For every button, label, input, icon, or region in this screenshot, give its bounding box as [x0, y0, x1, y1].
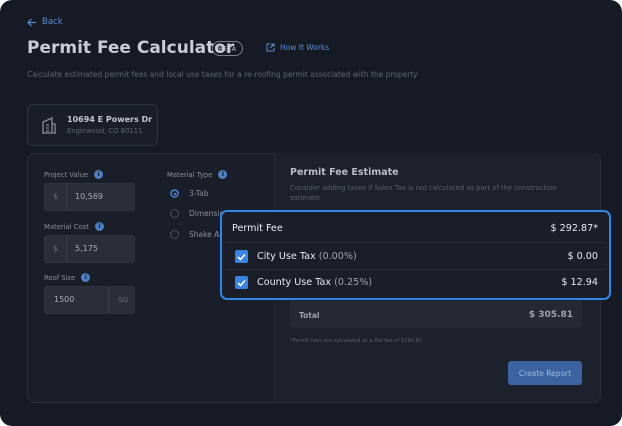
how-it-works-link[interactable]: How It Works [266, 43, 329, 52]
external-link-icon [266, 43, 275, 52]
city-tax-value: $ 0.00 [567, 251, 598, 262]
permit-fee-note: *Permit fees are calculated as a flat fe… [290, 338, 423, 344]
total-row: Total $ 305.81 [290, 301, 582, 328]
material-cost-input[interactable]: $ 5,175 [44, 235, 135, 263]
material-cost-label-text: Material Cost [44, 222, 89, 231]
roof-size-value: 1500 [54, 295, 75, 304]
radio-icon[interactable] [170, 230, 179, 239]
city-tax-label: City Use Tax (0.00%) [257, 251, 357, 262]
estimate-subtitle: Consider adding taxes if Sales Tax is no… [290, 184, 557, 202]
checkmark-icon [237, 253, 246, 261]
input-divider [66, 184, 67, 210]
material-cost-value: 5,175 [75, 244, 98, 253]
total-value: $ 305.81 [528, 310, 573, 320]
back-link[interactable]: Back [27, 17, 63, 27]
county-tax-name: County Use Tax [257, 277, 332, 288]
property-card: 10694 E Powers Dr Englewood, CO 80111 [27, 104, 158, 146]
input-divider [108, 287, 109, 313]
radio-icon[interactable] [170, 209, 179, 218]
county-tax-rate: (0.25%) [334, 277, 373, 288]
app-window: Back Permit Fee Calculator BETA How It W… [0, 0, 622, 426]
total-label: Total [299, 311, 320, 320]
county-tax-checkbox[interactable] [235, 276, 248, 289]
city-tax-name: City Use Tax [257, 251, 316, 262]
material-type-label-text: Material Type [167, 170, 213, 179]
roof-size-label-text: Roof Size [44, 273, 76, 282]
radio-label: 3-Tab [189, 189, 209, 198]
currency-prefix: $ [53, 244, 59, 253]
info-icon[interactable]: i [218, 170, 228, 179]
project-value-label-text: Project Value [44, 170, 89, 179]
info-icon[interactable]: i [94, 222, 104, 231]
county-tax-label: County Use Tax (0.25%) [257, 277, 372, 288]
material-cost-label: Material Cost i [44, 222, 104, 231]
page-subtitle: Calculate estimated permit fees and loca… [27, 70, 418, 79]
roof-size-unit: SQ [118, 296, 128, 304]
divider [225, 242, 605, 243]
project-value-value: 10,569 [75, 192, 103, 201]
permit-fee-value: $ 292.87* [550, 223, 598, 234]
material-type-label: Material Type i [167, 170, 228, 179]
project-value-label: Project Value i [44, 170, 104, 179]
back-label: Back [42, 17, 63, 27]
create-report-button[interactable]: Create Report [508, 361, 582, 385]
checkmark-icon [237, 279, 246, 287]
fee-breakdown-highlight: Permit Fee $ 292.87* City Use Tax (0.00%… [220, 210, 611, 300]
county-tax-value: $ 12.94 [561, 277, 598, 288]
radio-label: Shake As [189, 230, 224, 239]
estimate-title: Permit Fee Estimate [290, 167, 399, 178]
info-icon[interactable]: i [81, 273, 91, 282]
permit-fee-label: Permit Fee [232, 223, 283, 234]
input-divider [66, 236, 67, 262]
divider [225, 269, 605, 270]
project-value-input[interactable]: $ 10,569 [44, 183, 135, 211]
property-street: 10694 E Powers Dr [67, 115, 153, 124]
arrow-left-icon [27, 18, 36, 26]
city-tax-checkbox[interactable] [235, 250, 248, 263]
beta-badge: BETA [212, 41, 243, 56]
roof-size-input[interactable]: 1500 SQ [44, 286, 135, 314]
currency-prefix: $ [53, 192, 59, 201]
city-tax-rate: (0.00%) [318, 251, 357, 262]
property-city: Englewood, CO 80111 [67, 127, 143, 135]
radio-selected-icon[interactable] [170, 189, 179, 198]
building-icon [42, 116, 56, 134]
how-it-works-label: How It Works [280, 43, 330, 52]
info-icon[interactable]: i [94, 170, 104, 179]
page-title: Permit Fee Calculator [27, 38, 235, 58]
roof-size-label: Roof Size i [44, 273, 91, 282]
